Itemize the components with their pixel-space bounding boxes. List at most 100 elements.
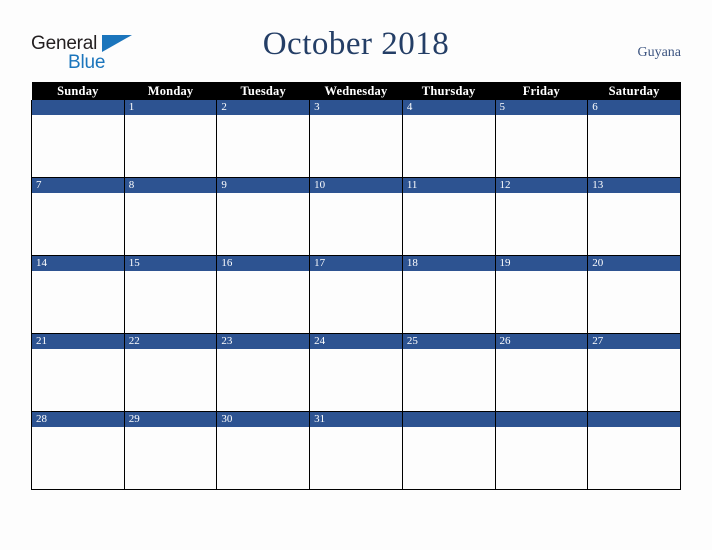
calendar-day-cell[interactable] xyxy=(401,411,496,490)
day-event-area[interactable] xyxy=(496,193,588,253)
weekday-header-friday: Friday xyxy=(495,82,588,100)
calendar-week-row: 1 2 3 4 5 6 xyxy=(31,100,681,178)
day-event-area[interactable] xyxy=(32,427,124,487)
day-number: 1 xyxy=(124,100,217,115)
calendar-body: 1 2 3 4 5 6 7 8 9 10 11 12 13 14 15 16 1… xyxy=(31,100,681,490)
calendar-header-row: Sunday Monday Tuesday Wednesday Thursday… xyxy=(31,82,681,100)
calendar-day-cell[interactable]: 16 xyxy=(216,255,311,334)
calendar-day-cell[interactable]: 1 xyxy=(123,100,218,178)
day-event-area[interactable] xyxy=(496,349,588,409)
calendar-day-cell[interactable]: 19 xyxy=(494,255,589,334)
day-event-area[interactable] xyxy=(403,115,495,175)
calendar-day-cell[interactable]: 30 xyxy=(216,411,311,490)
day-number: 4 xyxy=(402,100,495,115)
day-event-area[interactable] xyxy=(403,193,495,253)
day-event-area[interactable] xyxy=(310,427,402,487)
calendar-day-cell[interactable]: 23 xyxy=(216,333,311,412)
day-event-area[interactable] xyxy=(125,271,217,331)
calendar-day-cell[interactable]: 22 xyxy=(123,333,218,412)
day-event-area[interactable] xyxy=(403,271,495,331)
calendar-day-cell[interactable]: 7 xyxy=(31,177,125,256)
day-event-area[interactable] xyxy=(217,427,309,487)
calendar-day-cell[interactable]: 31 xyxy=(309,411,403,490)
calendar-page: General Blue October 2018 Guyana Sunday … xyxy=(0,0,712,550)
day-number: 6 xyxy=(588,100,680,115)
calendar-day-cell[interactable]: 27 xyxy=(587,333,681,412)
calendar-day-cell[interactable]: 25 xyxy=(401,333,496,412)
calendar-day-cell[interactable]: 11 xyxy=(401,177,496,256)
day-number: 27 xyxy=(588,334,680,349)
day-number: 17 xyxy=(310,256,402,271)
calendar-week-row: 7 8 9 10 11 12 13 xyxy=(31,177,681,256)
day-event-area[interactable] xyxy=(496,271,588,331)
day-event-area[interactable] xyxy=(588,271,680,331)
calendar-day-cell[interactable]: 9 xyxy=(216,177,311,256)
month-calendar: Sunday Monday Tuesday Wednesday Thursday… xyxy=(31,82,681,490)
calendar-day-cell[interactable]: 28 xyxy=(31,411,125,490)
day-number: 28 xyxy=(32,412,124,427)
calendar-day-cell[interactable]: 24 xyxy=(309,333,403,412)
calendar-day-cell[interactable]: 6 xyxy=(587,100,681,178)
day-event-area[interactable] xyxy=(217,193,309,253)
day-event-area[interactable] xyxy=(125,427,217,487)
day-event-area[interactable] xyxy=(403,349,495,409)
calendar-day-cell[interactable]: 21 xyxy=(31,333,125,412)
day-event-area[interactable] xyxy=(588,115,680,175)
calendar-day-cell[interactable]: 13 xyxy=(587,177,681,256)
day-event-area[interactable] xyxy=(125,349,217,409)
day-event-area[interactable] xyxy=(310,349,402,409)
day-event-area[interactable] xyxy=(588,193,680,253)
calendar-day-cell[interactable]: 5 xyxy=(494,100,589,178)
calendar-day-cell[interactable]: 8 xyxy=(123,177,218,256)
day-event-area[interactable] xyxy=(496,427,588,487)
day-number: 22 xyxy=(124,334,217,349)
day-event-area[interactable] xyxy=(588,427,680,487)
day-number: 25 xyxy=(402,334,495,349)
day-event-area[interactable] xyxy=(32,193,124,253)
day-event-area[interactable] xyxy=(310,193,402,253)
calendar-day-cell[interactable]: 12 xyxy=(494,177,589,256)
page-title: October 2018 xyxy=(262,26,450,62)
calendar-day-cell[interactable]: 29 xyxy=(123,411,218,490)
day-number xyxy=(495,412,588,427)
weekday-header-sunday: Sunday xyxy=(31,82,125,100)
day-event-area[interactable] xyxy=(217,115,309,175)
calendar-day-cell[interactable]: 20 xyxy=(587,255,681,334)
day-event-area[interactable] xyxy=(403,427,495,487)
day-event-area[interactable] xyxy=(32,349,124,409)
weekday-header-monday: Monday xyxy=(124,82,217,100)
day-event-area[interactable] xyxy=(125,193,217,253)
calendar-day-cell[interactable]: 26 xyxy=(494,333,589,412)
page-header: General Blue October 2018 Guyana xyxy=(0,0,712,82)
day-event-area[interactable] xyxy=(496,115,588,175)
calendar-day-cell[interactable]: 3 xyxy=(309,100,403,178)
calendar-day-cell[interactable]: 4 xyxy=(401,100,496,178)
calendar-day-cell[interactable] xyxy=(587,411,681,490)
calendar-week-row: 14 15 16 17 18 19 20 xyxy=(31,255,681,334)
day-number: 13 xyxy=(588,178,680,193)
day-number: 3 xyxy=(310,100,402,115)
day-number: 18 xyxy=(402,256,495,271)
day-event-area[interactable] xyxy=(217,349,309,409)
day-event-area[interactable] xyxy=(32,115,124,175)
day-event-area[interactable] xyxy=(588,349,680,409)
day-event-area[interactable] xyxy=(32,271,124,331)
day-number: 24 xyxy=(310,334,402,349)
calendar-day-cell[interactable]: 2 xyxy=(216,100,311,178)
calendar-day-cell[interactable] xyxy=(494,411,589,490)
weekday-header-thursday: Thursday xyxy=(402,82,496,100)
day-event-area[interactable] xyxy=(217,271,309,331)
day-number: 7 xyxy=(32,178,124,193)
day-event-area[interactable] xyxy=(310,115,402,175)
calendar-day-cell[interactable]: 17 xyxy=(309,255,403,334)
day-event-area[interactable] xyxy=(125,115,217,175)
calendar-day-cell[interactable]: 10 xyxy=(309,177,403,256)
calendar-day-cell[interactable]: 18 xyxy=(401,255,496,334)
calendar-day-cell[interactable]: 14 xyxy=(31,255,125,334)
day-number: 9 xyxy=(217,178,310,193)
calendar-day-cell[interactable]: 15 xyxy=(123,255,218,334)
day-event-area[interactable] xyxy=(310,271,402,331)
day-number: 2 xyxy=(217,100,310,115)
day-number: 12 xyxy=(495,178,588,193)
calendar-day-cell[interactable] xyxy=(31,100,125,178)
